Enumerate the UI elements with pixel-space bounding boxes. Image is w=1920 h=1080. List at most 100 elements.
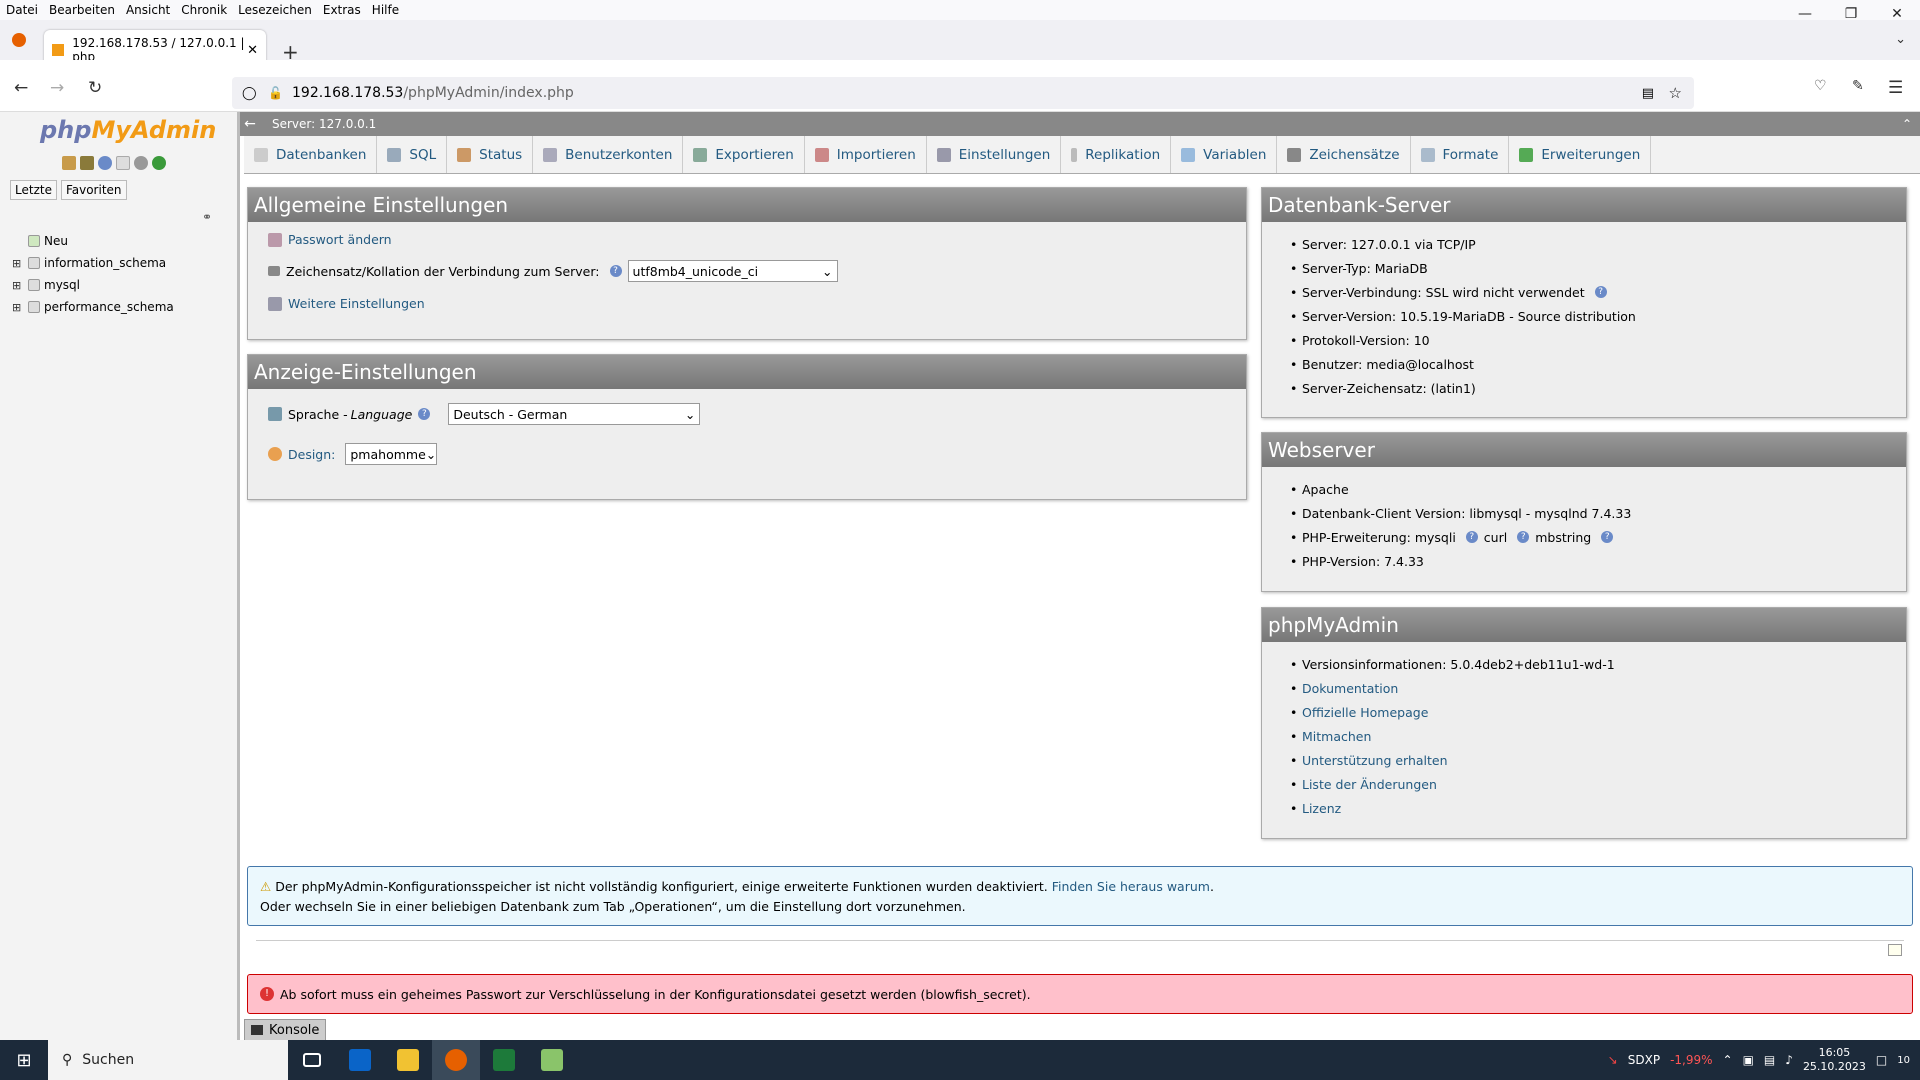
help-icon[interactable]: ?	[1465, 531, 1478, 543]
find-out-why-link[interactable]: Finden Sie heraus warum	[1052, 879, 1210, 894]
bookmark-star-icon[interactable]: ☆	[1669, 84, 1682, 102]
config-storage-notice: ⚠ Der phpMyAdmin-Konfigurationsspeicher …	[247, 866, 1913, 926]
tree-item-new[interactable]: Neu	[12, 230, 174, 252]
back-icon[interactable]: ←	[14, 78, 28, 98]
server-crumb[interactable]: Server: 127.0.0.1	[272, 117, 376, 131]
url-bar[interactable]: ◯ 🔓 192.168.178.53 /phpMyAdmin/index.php…	[232, 77, 1694, 109]
support-link[interactable]: Unterstützung erhalten	[1302, 753, 1448, 768]
changelog-link[interactable]: Liste der Änderungen	[1302, 777, 1437, 792]
help-icon[interactable]: ?	[418, 408, 431, 420]
notepad-icon[interactable]	[528, 1040, 576, 1080]
shield-icon[interactable]: ◯	[242, 86, 257, 101]
change-password-link[interactable]: Passwort ändern	[288, 232, 392, 247]
pma-logo[interactable]: phpMyAdmin	[40, 116, 216, 144]
logout-icon[interactable]	[80, 156, 94, 170]
tab-list-icon[interactable]: ⌄	[1895, 32, 1906, 47]
firefox-taskbar-icon[interactable]	[432, 1040, 480, 1080]
menu-hamburger-icon[interactable]: ☰	[1888, 78, 1903, 98]
tree-item-mysql[interactable]: ⊞ mysql	[12, 274, 174, 296]
homepage-link[interactable]: Offizielle Homepage	[1302, 705, 1428, 720]
clock[interactable]: 16:05 25.10.2023	[1803, 1046, 1866, 1074]
doc-page-icon[interactable]	[116, 156, 130, 170]
collapse-top-icon[interactable]: ⌃	[1902, 117, 1912, 131]
menu-lesezeichen[interactable]: Lesezeichen	[238, 3, 312, 17]
reader-icon[interactable]: ▤	[1642, 86, 1654, 101]
language-select[interactable]: Deutsch - German ⌄	[448, 403, 701, 425]
menu-hilfe[interactable]: Hilfe	[372, 3, 399, 17]
tab-extensions[interactable]: Erweiterungen	[1509, 136, 1652, 173]
outlook-icon[interactable]	[336, 1040, 384, 1080]
menu-datei[interactable]: Datei	[6, 3, 38, 17]
tab-replication[interactable]: Replikation	[1061, 136, 1172, 173]
db-server-panel: Datenbank-Server Server: 127.0.0.1 via T…	[1261, 187, 1907, 418]
tab-databases[interactable]: Datenbanken	[244, 136, 378, 173]
server-breadcrumb: ← Server: 127.0.0.1 ⌃	[240, 112, 1920, 136]
tab-import[interactable]: Importieren	[805, 136, 927, 173]
list-item: Protokoll-Version: 10	[1290, 328, 1906, 352]
reload-icon[interactable]: ↻	[88, 78, 102, 98]
help-icon[interactable]: ?	[1601, 531, 1614, 543]
tree-item-performance-schema[interactable]: ⊞ performance_schema	[12, 296, 174, 318]
lock-warning-icon[interactable]: 🔓	[268, 86, 283, 100]
refresh-icon[interactable]	[152, 156, 166, 170]
design-label[interactable]: Design:	[288, 447, 335, 462]
home-icon[interactable]	[62, 156, 76, 170]
notifications-icon[interactable]: □	[1876, 1053, 1887, 1067]
status-icon	[457, 147, 472, 162]
expand-icon[interactable]: ⊞	[12, 257, 24, 270]
tab-sql[interactable]: SQL	[377, 136, 448, 173]
help-icon[interactable]: ?	[1517, 531, 1530, 543]
puzzle-icon	[1519, 147, 1534, 162]
extensions-icon[interactable]: ✎	[1852, 78, 1864, 94]
more-settings-link[interactable]: Weitere Einstellungen	[288, 296, 425, 311]
recent-button[interactable]: Letzte	[10, 180, 57, 200]
collation-select[interactable]: utf8mb4_unicode_ci ⌄	[627, 260, 838, 282]
close-tab-icon[interactable]: ✕	[247, 43, 258, 58]
taskbar-search[interactable]: ⚲ Suchen	[48, 1040, 288, 1080]
phpmyadmin-panel: phpMyAdmin Versionsinformationen: 5.0.4d…	[1261, 607, 1907, 839]
menu-ansicht[interactable]: Ansicht	[126, 3, 170, 17]
documentation-link[interactable]: Dokumentation	[1302, 681, 1398, 696]
expand-icon[interactable]: ⊞	[12, 301, 24, 314]
settings-gear-icon[interactable]	[134, 156, 148, 170]
link-with-main-icon[interactable]: ⚭	[202, 210, 212, 224]
tray-chevron-icon[interactable]: ⌃	[1723, 1053, 1733, 1067]
tab-formats[interactable]: Formate	[1411, 136, 1510, 173]
explorer-icon[interactable]	[384, 1040, 432, 1080]
network-icon[interactable]: ▤	[1764, 1053, 1775, 1067]
console-toggle[interactable]: Konsole	[244, 1019, 327, 1041]
pma-navigation: phpMyAdmin Letzte Favoriten ⚭ Neu ⊞ infor…	[0, 112, 240, 1040]
task-view-icon[interactable]	[288, 1040, 336, 1080]
sql-icon	[387, 147, 402, 162]
menu-extras[interactable]: Extras	[323, 3, 361, 17]
password-icon	[268, 232, 282, 247]
forward-icon[interactable]: →	[50, 78, 64, 98]
help-icon[interactable]: ?	[609, 265, 622, 277]
docs-icon[interactable]	[98, 156, 112, 170]
tab-export[interactable]: Exportieren	[683, 136, 805, 173]
favorites-button[interactable]: Favoriten	[60, 180, 127, 200]
collapse-nav-icon[interactable]: ←	[240, 116, 260, 132]
collation-label: Zeichensatz/Kollation der Verbindung zum…	[286, 263, 600, 279]
menu-chronik[interactable]: Chronik	[181, 3, 227, 17]
license-link[interactable]: Lizenz	[1302, 801, 1341, 816]
expand-icon[interactable]: ⊞	[12, 279, 24, 292]
tab-charsets[interactable]: Zeichensätze	[1277, 136, 1411, 173]
tab-user-accounts[interactable]: Benutzerkonten	[533, 136, 684, 173]
stock-symbol[interactable]: SDXP	[1628, 1053, 1660, 1067]
page-settings-icon[interactable]	[1888, 944, 1902, 956]
volume-icon[interactable]: ♪	[1785, 1053, 1793, 1067]
tab-settings[interactable]: Einstellungen	[927, 136, 1062, 173]
tab-status[interactable]: Status	[447, 136, 534, 173]
excel-icon[interactable]	[480, 1040, 528, 1080]
windows-start-icon[interactable]: ⊞	[0, 1050, 48, 1071]
menu-bearbeiten[interactable]: Bearbeiten	[49, 3, 115, 17]
contribute-link[interactable]: Mitmachen	[1302, 729, 1371, 744]
pocket-icon[interactable]: ♡	[1814, 78, 1827, 94]
help-icon[interactable]: ?	[1594, 286, 1607, 298]
tree-item-information-schema[interactable]: ⊞ information_schema	[12, 252, 174, 274]
display-icon[interactable]: ▣	[1743, 1053, 1754, 1067]
tab-variables[interactable]: Variablen	[1171, 136, 1278, 173]
db-tree: Neu ⊞ information_schema ⊞ mysql ⊞ performa…	[12, 230, 174, 318]
design-select[interactable]: pmahomme ⌄	[345, 443, 438, 465]
